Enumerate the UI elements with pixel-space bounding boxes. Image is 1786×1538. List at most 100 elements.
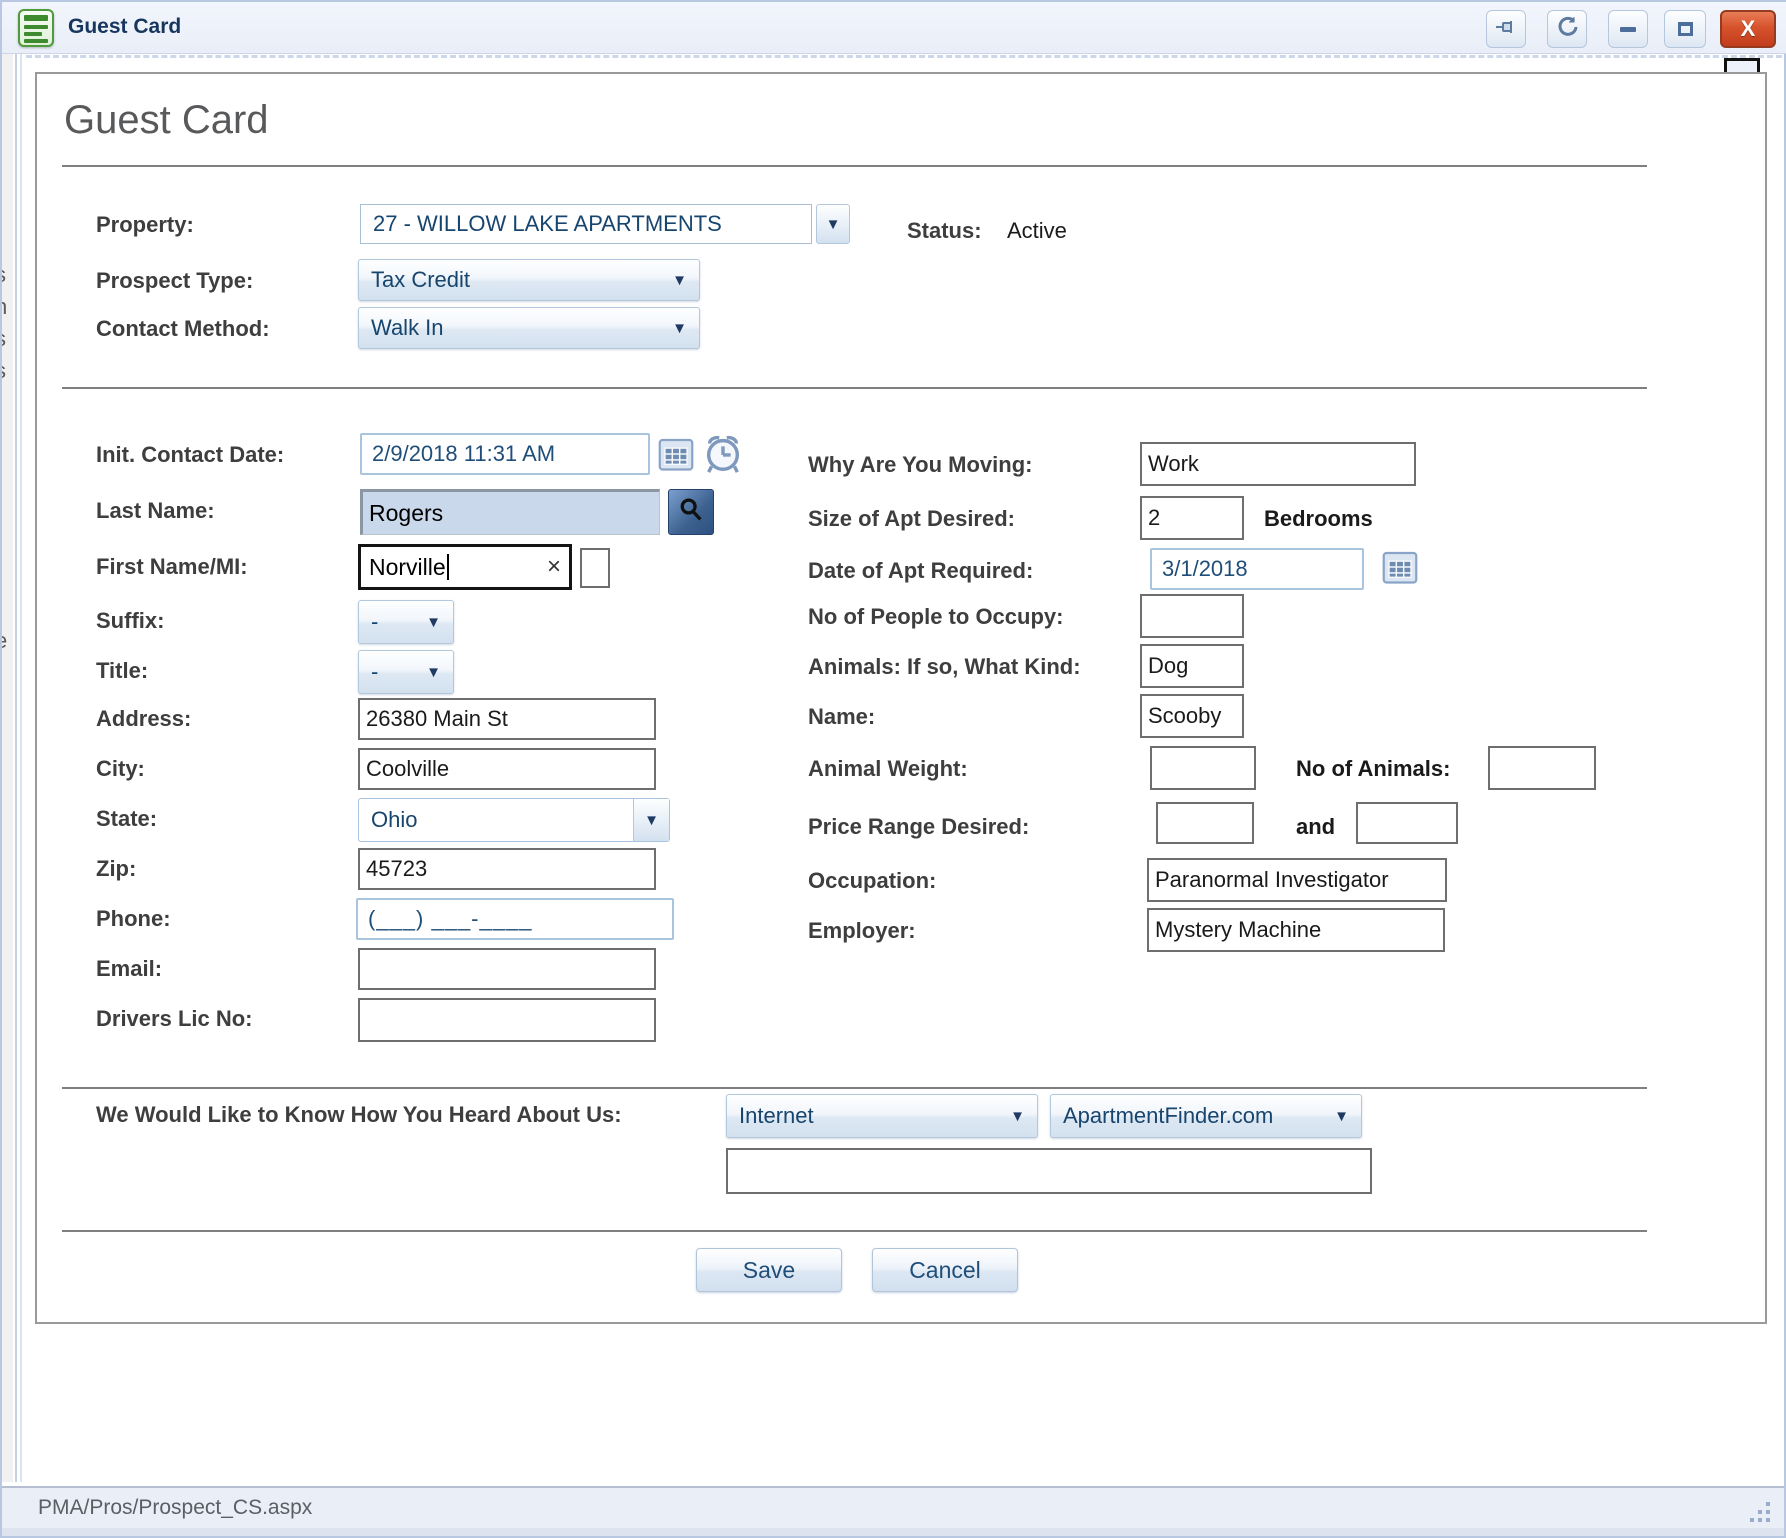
window-edge-dashes [26,55,1782,58]
state-label: State: [96,806,157,832]
title-value: - [371,659,378,685]
prospect-type-select[interactable]: Tax Credit ▼ [358,259,700,301]
status-value: Active [1007,218,1067,244]
chevron-down-icon: ▼ [826,216,841,233]
price-range-label: Price Range Desired: [808,814,1029,840]
minimize-button[interactable] [1608,10,1648,48]
address-label: Address: [96,706,191,732]
city-input[interactable] [358,748,656,790]
property-label: Property: [96,212,194,238]
animal-name-input[interactable] [1140,694,1244,738]
background-page-bleed: r s n s s r e - [2,54,13,1482]
last-name-label: Last Name: [96,498,215,524]
search-button[interactable] [668,489,714,535]
divider [62,1087,1647,1089]
drivers-lic-input[interactable] [358,998,656,1042]
divider [62,165,1647,167]
email-label: Email: [96,956,162,982]
resize-grip[interactable] [1748,1500,1770,1522]
address-input[interactable] [358,698,656,740]
contact-method-select[interactable]: Walk In ▼ [358,307,700,349]
refresh-icon [1555,15,1579,44]
close-button[interactable]: X [1720,10,1776,48]
chevron-down-icon: ▼ [426,664,441,681]
zip-label: Zip: [96,856,136,882]
price-max-input[interactable] [1356,802,1458,844]
chevron-down-icon: ▼ [1010,1108,1025,1125]
window-frame [2,1528,1784,1536]
why-moving-input[interactable] [1140,442,1416,486]
page-title: Guest Card [64,98,269,143]
calendar-icon[interactable] [658,437,694,476]
animal-kind-label: Animals: If so, What Kind: [808,654,1081,680]
calendar-icon[interactable] [1382,550,1418,589]
heard-source-value: Internet [739,1103,814,1129]
property-value: 27 - WILLOW LAKE APARTMENTS [373,211,722,237]
pin-icon [1494,15,1518,44]
chevron-down-icon: ▼ [672,320,687,337]
occupation-label: Occupation: [808,868,936,894]
first-name-value: Norville [369,554,446,581]
email-input[interactable] [358,948,656,990]
status-bar: PMA/Pros/Prospect_CS.aspx [2,1486,1784,1528]
prospect-type-label: Prospect Type: [96,268,253,294]
last-name-input[interactable] [360,489,660,535]
pin-button[interactable] [1486,10,1526,48]
animal-count-input[interactable] [1488,746,1596,790]
property-select[interactable]: 27 - WILLOW LAKE APARTMENTS [360,204,812,244]
minimize-icon [1620,27,1636,32]
first-name-input[interactable]: Norville × [358,544,572,590]
state-select[interactable]: Ohio ▼ [358,798,670,842]
animal-weight-input[interactable] [1150,746,1256,790]
apt-size-label: Size of Apt Desired: [808,506,1015,532]
clear-icon[interactable]: × [547,553,561,581]
cancel-button[interactable]: Cancel [872,1248,1018,1292]
refresh-button[interactable] [1547,10,1587,48]
chevron-down-icon: ▼ [426,614,441,631]
chevron-down-icon: ▼ [672,272,687,289]
property-dropdown-button[interactable]: ▼ [816,204,850,244]
save-button[interactable]: Save [696,1248,842,1292]
title-select[interactable]: - ▼ [358,650,454,694]
contact-method-value: Walk In [371,315,444,341]
chevron-down-icon: ▼ [1334,1108,1349,1125]
animal-count-label: No of Animals: [1296,756,1450,782]
heard-source-select[interactable]: Internet ▼ [726,1094,1038,1138]
price-min-input[interactable] [1156,802,1254,844]
employer-input[interactable] [1147,908,1445,952]
middle-initial-input[interactable] [580,548,610,588]
maximize-button[interactable] [1664,10,1706,48]
text-caret [447,554,449,580]
zip-input[interactable] [358,848,656,890]
title-label: Title: [96,658,148,684]
bedrooms-label: Bedrooms [1264,506,1373,532]
divider [62,1230,1647,1232]
animal-name-label: Name: [808,704,875,730]
prospect-type-value: Tax Credit [371,267,470,293]
heard-detail-select[interactable]: ApartmentFinder.com ▼ [1050,1094,1362,1138]
init-contact-date-input[interactable] [360,433,650,475]
animal-weight-label: Animal Weight: [808,756,968,782]
clock-icon[interactable] [702,432,744,481]
heard-detail-value: ApartmentFinder.com [1063,1103,1273,1129]
occupants-input[interactable] [1140,594,1244,638]
phone-input[interactable] [356,898,674,940]
apt-date-input[interactable] [1150,548,1364,590]
title-bar: Guest Card X [2,2,1786,54]
guest-card-icon [18,9,54,47]
search-icon [677,496,705,529]
status-path: PMA/Pros/Prospect_CS.aspx [38,1496,312,1520]
heard-about-label: We Would Like to Know How You Heard Abou… [96,1102,622,1128]
apt-size-input[interactable] [1140,496,1244,540]
phone-label: Phone: [96,906,171,932]
suffix-value: - [371,609,378,635]
state-value: Ohio [371,807,417,833]
occupation-input[interactable] [1147,858,1447,902]
contact-method-label: Contact Method: [96,316,270,342]
apt-date-label: Date of Apt Required: [808,558,1033,584]
animal-kind-input[interactable] [1140,644,1244,688]
status-label: Status: [907,218,982,244]
suffix-select[interactable]: - ▼ [358,600,454,644]
heard-other-input[interactable] [726,1148,1372,1194]
suffix-label: Suffix: [96,608,164,634]
